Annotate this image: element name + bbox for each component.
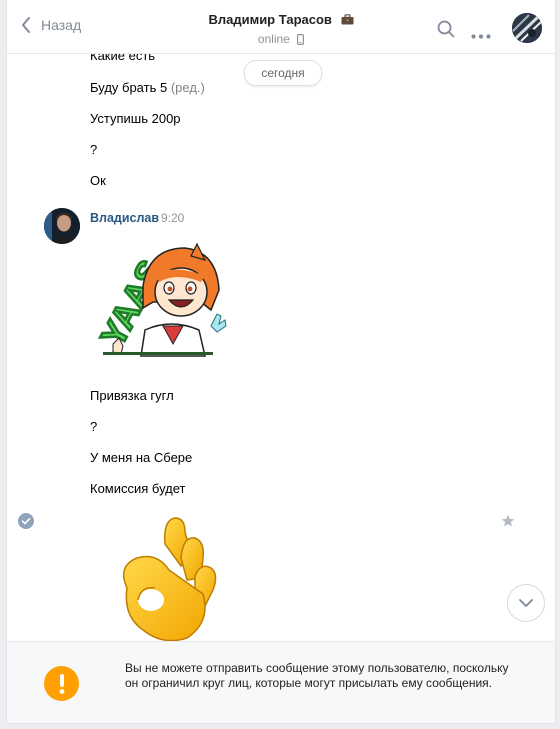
message-text: Уступишь 200р — [90, 111, 181, 126]
avatar[interactable] — [512, 13, 542, 43]
notice-text: Вы не можете отправить сообщение этому п… — [125, 661, 509, 690]
author-avatar[interactable] — [44, 208, 80, 244]
message-text: ? — [90, 142, 98, 157]
message: У меня на Сбере — [90, 450, 192, 465]
message-text: Привязка гугл — [90, 388, 174, 403]
check-icon[interactable] — [18, 513, 34, 534]
edited-marker[interactable]: (ред.) — [171, 80, 205, 95]
message: ? — [90, 419, 97, 434]
message-text: ? — [90, 419, 98, 434]
message-time[interactable]: 9:20 — [161, 211, 184, 225]
online-status-text: online — [257, 32, 290, 46]
blocked-notice: Вы не можете отправить сообщение этому п… — [7, 641, 555, 723]
chevron-down-icon — [519, 599, 533, 607]
mobile-icon — [297, 34, 305, 48]
warning-icon — [44, 666, 79, 701]
message: ? — [90, 142, 97, 157]
message: Ок — [90, 173, 106, 188]
chat-header: Назад Владимир Тарасов online — [7, 0, 555, 54]
message: Комиссия будет — [90, 481, 185, 496]
message-text: Комиссия будет — [90, 481, 186, 496]
chat-window: Назад Владимир Тарасов online сегодня Ка… — [6, 0, 556, 724]
message-text: Буду брать 5 — [90, 80, 168, 95]
message: Уступишь 200р — [90, 111, 181, 126]
sticker-yaas[interactable]: YAAS — [93, 234, 227, 363]
scroll-down-button[interactable] — [507, 584, 545, 622]
date-pill: сегодня — [244, 60, 322, 86]
author-name[interactable]: Владислав — [90, 211, 159, 225]
message: Привязка гугл — [90, 388, 174, 403]
search-icon[interactable] — [437, 20, 455, 43]
more-icon[interactable] — [471, 26, 491, 44]
briefcase-icon — [341, 13, 354, 28]
message: Буду брать 5 (ред.) — [90, 80, 205, 95]
star-icon[interactable] — [501, 514, 515, 533]
message-text: У меня на Сбере — [90, 450, 193, 465]
message-text: Ок — [90, 173, 106, 188]
chat-title-text: Владимир Тарасов — [208, 12, 332, 27]
sticker-ok-hand[interactable] — [107, 514, 219, 646]
